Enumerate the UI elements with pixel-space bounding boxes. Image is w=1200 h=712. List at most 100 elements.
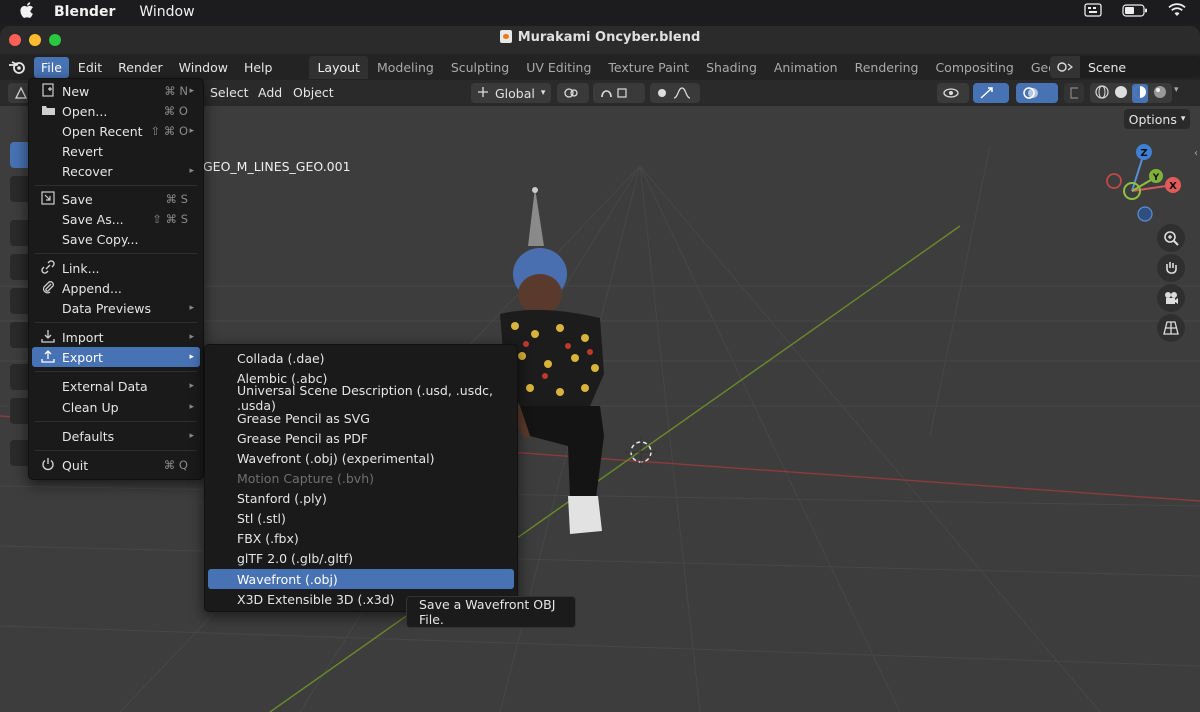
- gizmo-y-label: Y: [1152, 173, 1160, 183]
- menu-item-revert[interactable]: Revert: [32, 141, 200, 161]
- export-collada[interactable]: Collada (.dae): [208, 348, 514, 368]
- tab-sculpting[interactable]: Sculpting: [443, 56, 517, 79]
- tab-uv-editing[interactable]: UV Editing: [518, 56, 599, 79]
- menu-item-defaults[interactable]: Defaults ▸: [32, 426, 200, 446]
- tab-texture-paint[interactable]: Texture Paint: [600, 56, 697, 79]
- chevron-right-icon: ▸: [189, 126, 194, 136]
- export-grease-pencil-svg[interactable]: Grease Pencil as SVG: [208, 408, 514, 428]
- tab-modeling[interactable]: Modeling: [369, 56, 442, 79]
- export-gltf[interactable]: glTF 2.0 (.glb/.gltf): [208, 548, 514, 568]
- chevron-right-icon: ▸: [189, 381, 194, 391]
- macos-menu-window[interactable]: Window: [139, 4, 194, 20]
- camera-view-icon[interactable]: [1157, 284, 1185, 312]
- blend-file-icon: [499, 30, 512, 43]
- scene-selector[interactable]: Scene: [1050, 56, 1200, 78]
- wireframe-shading-icon[interactable]: [1095, 84, 1109, 102]
- export-stanford[interactable]: Stanford (.ply): [208, 488, 514, 508]
- menu-add[interactable]: Add: [258, 85, 282, 100]
- menu-window[interactable]: Window: [172, 57, 235, 78]
- chevron-down-icon: ▾: [1180, 114, 1186, 124]
- pan-hand-icon[interactable]: [1157, 254, 1185, 282]
- tab-animation[interactable]: Animation: [766, 56, 846, 79]
- options-dropdown[interactable]: Options ▾: [1124, 109, 1190, 129]
- orientation-icon: [477, 86, 489, 101]
- wifi-icon[interactable]: [1168, 3, 1186, 21]
- menu-divider: [35, 371, 197, 372]
- export-wavefront[interactable]: Wavefront (.obj): [208, 569, 514, 589]
- folder-icon: [40, 103, 56, 119]
- menu-file[interactable]: File: [34, 56, 69, 78]
- menu-help[interactable]: Help: [237, 57, 280, 78]
- export-submenu: Collada (.dae) Alembic (.abc) Universal …: [204, 344, 518, 612]
- save-file-icon: [40, 191, 56, 207]
- chevron-right-icon: ▸: [189, 332, 194, 342]
- blender-logo-icon[interactable]: [8, 60, 28, 74]
- topbar: File Edit Render Window Help Layout Mode…: [0, 54, 1200, 80]
- export-fbx[interactable]: FBX (.fbx): [208, 528, 514, 548]
- link-icon: [40, 260, 56, 276]
- menu-item-export[interactable]: Export ▸: [32, 347, 200, 367]
- active-object-label: GEO_M_LINES_GEO.001: [203, 159, 351, 174]
- menu-item-save-copy[interactable]: Save Copy...: [32, 229, 200, 249]
- menu-divider: [35, 185, 197, 186]
- snap-toggle[interactable]: [593, 83, 645, 103]
- visibility-dropdown[interactable]: [937, 83, 969, 103]
- menu-select[interactable]: Select: [210, 85, 249, 100]
- menu-divider: [35, 421, 197, 422]
- tab-layout[interactable]: Layout: [309, 55, 368, 79]
- menu-item-external-data[interactable]: External Data ▸: [32, 376, 200, 396]
- new-file-icon: [40, 83, 56, 99]
- menu-item-recover[interactable]: Recover ▸: [32, 161, 200, 181]
- menu-item-save[interactable]: Save ⌘ S: [32, 189, 200, 209]
- export-grease-pencil-pdf[interactable]: Grease Pencil as PDF: [208, 428, 514, 448]
- zoom-icon[interactable]: [1157, 224, 1185, 252]
- export-wavefront-experimental[interactable]: Wavefront (.obj) (experimental): [208, 448, 514, 468]
- window-titlebar: Murakami Oncyber.blend: [0, 26, 1200, 54]
- sidebar-toggle-chevron-icon[interactable]: ‹: [1194, 148, 1198, 159]
- tooltip: Save a Wavefront OBJ File.: [406, 596, 576, 628]
- menu-item-append[interactable]: Append...: [32, 278, 200, 298]
- overlays-toggle[interactable]: [1016, 83, 1058, 103]
- keyboard-input-icon[interactable]: [1084, 3, 1102, 21]
- proportional-editing-toggle[interactable]: [650, 83, 700, 103]
- chevron-down-icon: ▾: [540, 88, 546, 98]
- 3d-cursor-icon: [625, 436, 657, 468]
- shading-mode-group: [1090, 83, 1172, 103]
- scene-name: Scene: [1088, 59, 1127, 75]
- shading-options-chevron-icon[interactable]: ▾: [1174, 85, 1179, 95]
- export-usd[interactable]: Universal Scene Description (.usd, .usdc…: [208, 383, 514, 413]
- gizmo-toggle[interactable]: [973, 83, 1009, 103]
- perspective-grid-icon[interactable]: [1157, 314, 1185, 342]
- menu-item-open-recent[interactable]: Open Recent ⇧ ⌘ O ▸: [32, 121, 200, 141]
- gizmo-x-label: X: [1169, 181, 1177, 192]
- menu-item-new[interactable]: New ⌘ N ▸: [32, 81, 200, 101]
- navigation-gizmo[interactable]: Z Y X: [1100, 141, 1190, 231]
- chevron-right-icon: ▸: [189, 86, 194, 96]
- xray-toggle[interactable]: [1064, 83, 1084, 103]
- menu-item-open[interactable]: Open... ⌘ O: [32, 101, 200, 121]
- tab-compositing[interactable]: Compositing: [927, 56, 1021, 79]
- macos-app-name[interactable]: Blender: [54, 4, 115, 20]
- export-stl[interactable]: Stl (.stl): [208, 508, 514, 528]
- rendered-shading-icon[interactable]: [1153, 85, 1167, 102]
- menu-item-quit[interactable]: Quit ⌘ Q: [32, 455, 200, 475]
- tab-shading[interactable]: Shading: [698, 56, 765, 79]
- menu-item-clean-up[interactable]: Clean Up ▸: [32, 397, 200, 417]
- menu-item-import[interactable]: Import ▸: [32, 327, 200, 347]
- menu-item-save-as[interactable]: Save As... ⇧ ⌘ S: [32, 209, 200, 229]
- menu-render[interactable]: Render: [111, 57, 170, 78]
- chevron-right-icon: ▸: [189, 166, 194, 176]
- battery-icon[interactable]: [1122, 3, 1148, 21]
- menu-edit[interactable]: Edit: [71, 57, 109, 78]
- menu-item-data-previews[interactable]: Data Previews ▸: [32, 298, 200, 318]
- solid-shading-icon[interactable]: [1114, 85, 1128, 102]
- transform-orientation-dropdown[interactable]: Global ▾: [471, 83, 551, 103]
- tab-rendering[interactable]: Rendering: [847, 56, 927, 79]
- menu-object[interactable]: Object: [293, 85, 334, 100]
- material-shading-icon[interactable]: [1132, 83, 1149, 103]
- chevron-right-icon: ▸: [189, 431, 194, 441]
- apple-icon[interactable]: [20, 2, 34, 22]
- pivot-point-dropdown[interactable]: [557, 83, 589, 103]
- menu-item-link[interactable]: Link...: [32, 258, 200, 278]
- window-title: Murakami Oncyber.blend: [0, 30, 1200, 45]
